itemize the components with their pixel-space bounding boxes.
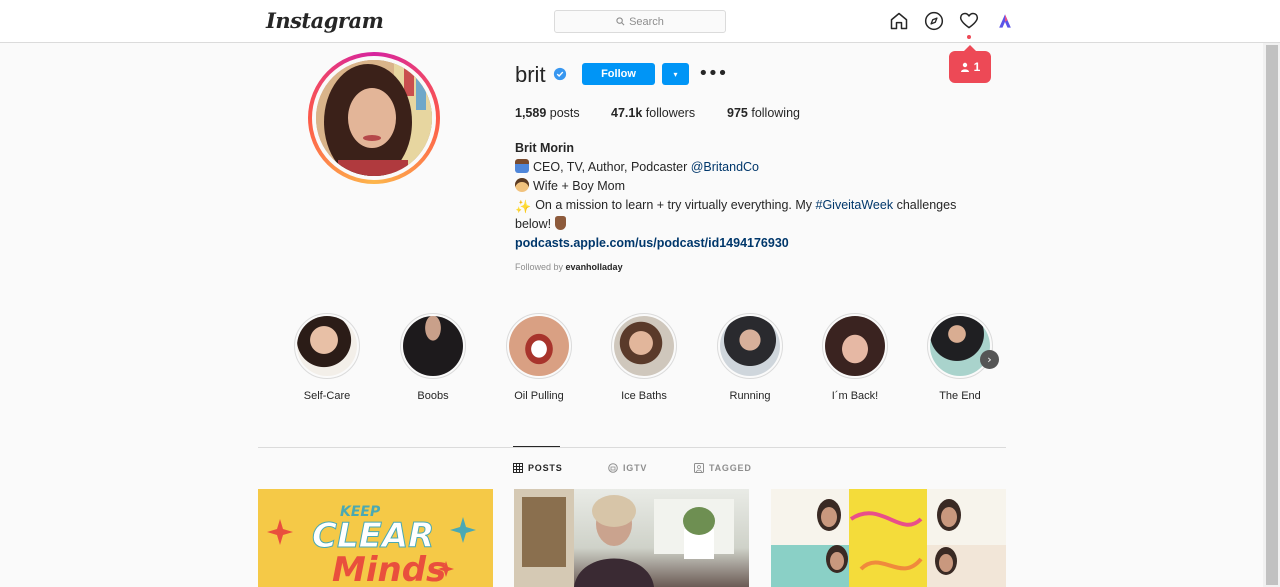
home-icon[interactable]: [889, 11, 909, 31]
instagram-logo[interactable]: Instagram: [266, 8, 384, 33]
highlight-cover-image: [930, 316, 990, 376]
follower-notification-badge[interactable]: 1: [949, 45, 991, 83]
post-photo: [514, 489, 734, 587]
highlights-next-arrow-icon[interactable]: ›: [980, 350, 999, 369]
highlight-label: The End: [939, 390, 981, 402]
followers-count-link[interactable]: 47.1k followers: [611, 106, 727, 120]
story-highlight[interactable]: Ice Baths: [611, 313, 677, 402]
suggested-accounts-dropdown-button[interactable]: ▾: [662, 63, 689, 85]
tab-tagged[interactable]: TAGGED: [694, 463, 752, 473]
bio-external-link[interactable]: podcasts.apple.com/us/podcast/id14941769…: [515, 234, 985, 253]
boy-face-emoji-icon: [515, 178, 529, 192]
notification-dot: [967, 35, 971, 39]
highlight-cover-image: [509, 316, 569, 376]
tab-posts[interactable]: POSTS: [513, 463, 563, 473]
top-navigation-bar: Instagram Search: [0, 0, 1280, 43]
profile-bio: Brit Morin CEO, TV, Author, Podcaster @B…: [515, 139, 985, 253]
followed-by-text[interactable]: Followed by evanholladay: [515, 262, 623, 272]
person-icon: [960, 62, 969, 72]
story-highlight[interactable]: Boobs: [400, 313, 466, 402]
bio-line: Wife + Boy Mom: [515, 177, 985, 196]
igtv-icon: [608, 463, 618, 473]
highlight-label: Running: [729, 390, 771, 402]
sparkles-emoji-icon: ✨: [515, 200, 532, 215]
explore-compass-icon[interactable]: [924, 11, 944, 31]
notification-count: 1: [973, 60, 981, 74]
following-count-link[interactable]: 975 following: [727, 106, 800, 120]
highlight-cover-image: [614, 316, 674, 376]
story-highlight[interactable]: Oil Pulling: [506, 313, 572, 402]
highlight-label: Oil Pulling: [514, 390, 564, 402]
grid-icon: [513, 463, 523, 473]
story-highlight[interactable]: Running: [717, 313, 783, 402]
posts-count-stat: 1,589 posts: [515, 106, 580, 120]
active-tab-indicator: [513, 446, 560, 447]
search-placeholder: Search: [629, 15, 664, 28]
highlight-label: Self-Care: [303, 390, 351, 402]
highlight-label: Boobs: [417, 390, 449, 402]
post-collage-photo: [771, 489, 1006, 587]
profile-avatar[interactable]: [316, 60, 432, 176]
bio-line: below!: [515, 215, 985, 234]
tab-igtv[interactable]: IGTV: [608, 463, 647, 473]
search-input[interactable]: Search: [554, 10, 726, 33]
post-thumbnail[interactable]: KEEP CLEAR Minds: [258, 489, 493, 587]
profile-avatar-icon[interactable]: [995, 11, 1015, 31]
follow-button[interactable]: Follow: [582, 63, 655, 85]
post-thumbnail[interactable]: [771, 489, 1006, 587]
post-thumbnail[interactable]: [514, 489, 749, 587]
highlight-label: I´m Back!: [831, 390, 879, 402]
post-artwork-text: KEEP CLEAR Minds: [311, 504, 447, 587]
bio-line: CEO, TV, Author, Podcaster @BritandCo: [515, 158, 985, 177]
britandco-mention-link[interactable]: @BritandCo: [691, 160, 759, 174]
highlight-cover-image: [825, 316, 885, 376]
activity-heart-icon[interactable]: [959, 11, 979, 31]
story-highlight[interactable]: I´m Back!: [822, 313, 888, 402]
profile-full-name: Brit Morin: [515, 141, 575, 155]
page-scrollbar-thumb[interactable]: [1266, 45, 1278, 585]
giveitaweek-hashtag-link[interactable]: #GiveitaWeek: [816, 198, 894, 212]
highlight-label: Ice Baths: [621, 390, 667, 402]
tabs-divider: [258, 447, 1006, 448]
search-icon: [616, 17, 625, 26]
office-worker-emoji-icon: [515, 159, 529, 173]
pointing-down-hand-emoji-icon: [554, 216, 566, 230]
highlight-cover-image: [720, 316, 780, 376]
more-options-button[interactable]: •••: [698, 63, 728, 85]
highlight-cover-image: [403, 316, 463, 376]
story-highlight[interactable]: Self-Care: [294, 313, 360, 402]
highlight-cover-image: [297, 316, 357, 376]
profile-username: brit: [515, 62, 546, 87]
verified-badge-icon: [553, 67, 567, 81]
tagged-icon: [694, 463, 704, 473]
profile-stats: 1,589 posts 47.1k followers 975 followin…: [515, 106, 800, 120]
bio-line: ✨ On a mission to learn + try virtually e…: [515, 198, 957, 215]
